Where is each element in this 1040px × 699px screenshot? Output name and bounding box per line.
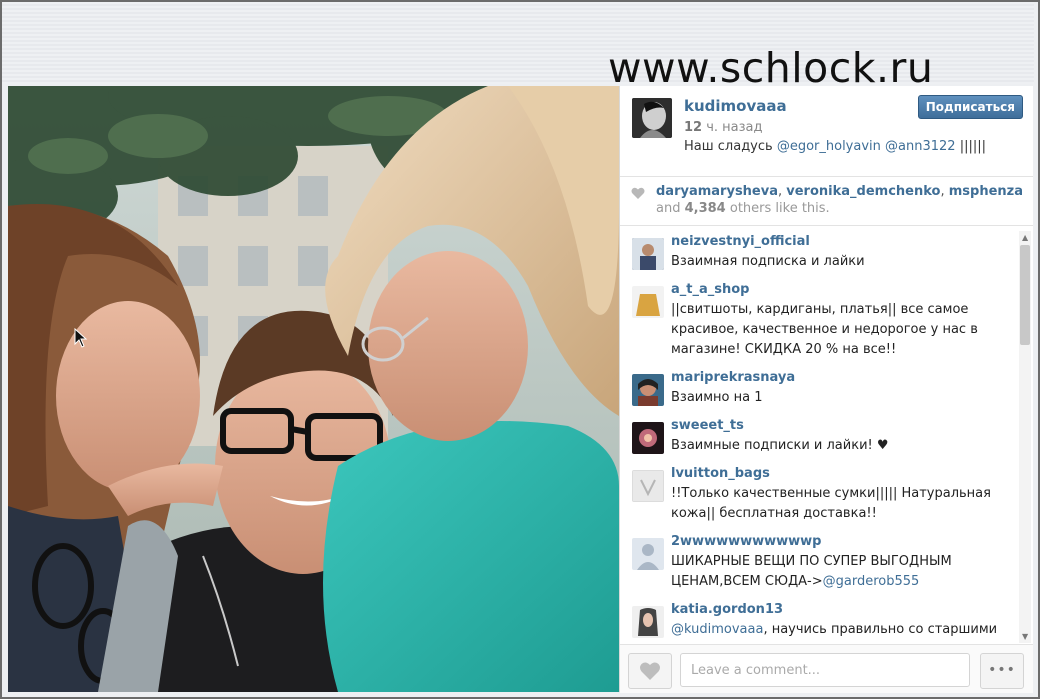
liker-link[interactable]: msphenza	[949, 184, 1023, 199]
commenter-avatar[interactable]	[632, 606, 664, 638]
commenter-avatar-image	[632, 422, 664, 454]
liker-link[interactable]: daryamarysheva	[656, 184, 778, 199]
comments-scrollbar[interactable]: ▲ ▼	[1019, 231, 1031, 643]
author-username[interactable]: kudimovaaa	[684, 97, 787, 115]
commenter-avatar-image	[632, 238, 664, 270]
likers-list: daryamarysheva, veronika_demchenko, msph…	[656, 184, 1023, 199]
author-avatar-image	[632, 98, 672, 138]
heart-icon	[640, 662, 660, 680]
commenter-avatar-image	[632, 470, 664, 502]
post-caption: Наш сладусь @egor_holyavin @ann3122 ||||…	[684, 139, 986, 154]
commenter-avatar[interactable]	[632, 422, 664, 454]
comment-text: @kudimovaaa, научись правильно со старши…	[671, 620, 1011, 640]
commenter-username[interactable]: katia.gordon13	[671, 602, 783, 617]
commenter-avatar[interactable]	[632, 470, 664, 502]
commenter-username[interactable]: lvuitton_bags	[671, 466, 770, 481]
photo-illustration	[8, 86, 619, 692]
likes-and: and	[656, 201, 681, 216]
comment-mention[interactable]: @garderob555	[823, 574, 920, 589]
commenter-username[interactable]: neizvestnyi_official	[671, 234, 810, 249]
commenter-username[interactable]: 2wwwwwwwwwwwp	[671, 534, 821, 549]
likes-count[interactable]: and 4,384 others like this.	[656, 201, 830, 216]
likes-section: daryamarysheva, veronika_demchenko, msph…	[620, 177, 1033, 226]
heart-icon	[631, 187, 645, 199]
scroll-up-arrow-icon[interactable]: ▲	[1022, 233, 1028, 242]
commenter-avatar-image	[632, 286, 664, 318]
author-avatar[interactable]	[632, 98, 672, 138]
caption-tail: ||||||	[955, 139, 986, 154]
likes-suffix: others like this.	[729, 201, 830, 216]
post-header: kudimovaaa 12 ч. назад Наш сладусь @egor…	[620, 86, 1033, 177]
comment-mention[interactable]: @kudimovaaa	[671, 622, 763, 637]
commenter-avatar[interactable]	[632, 538, 664, 570]
comment-text: Взаимные подписки и лайки! ♥	[671, 438, 889, 453]
comment-input[interactable]	[680, 653, 970, 687]
more-options-icon[interactable]: •••	[980, 653, 1024, 689]
post-time: 12 ч. назад	[684, 120, 763, 135]
scroll-down-arrow-icon[interactable]: ▼	[1022, 632, 1028, 641]
commenter-avatar[interactable]	[632, 286, 664, 318]
comments-list[interactable]: neizvestnyi_official Взаимная подписка и…	[620, 226, 1033, 642]
post-sidebar: kudimovaaa 12 ч. назад Наш сладусь @egor…	[619, 86, 1033, 693]
likes-count-number: 4,384	[684, 201, 726, 216]
commenter-username[interactable]: a_t_a_shop	[671, 282, 750, 297]
post-time-unit: ч. назад	[706, 120, 763, 135]
liker-link[interactable]: veronika_demchenko	[786, 184, 940, 199]
follow-button[interactable]: Подписаться	[917, 95, 1023, 119]
like-button[interactable]	[628, 653, 672, 689]
default-avatar-icon	[632, 538, 664, 570]
caption-mention[interactable]: @egor_holyavin	[777, 139, 881, 154]
commenter-avatar[interactable]	[632, 238, 664, 270]
mouse-cursor-icon	[74, 328, 88, 348]
commenter-username[interactable]: sweeet_ts	[671, 418, 744, 433]
comment-text: Взаимно на 1	[671, 390, 763, 405]
watermark: www.schlock.ru	[608, 44, 934, 92]
commenter-avatar-image	[632, 374, 664, 406]
commenter-avatar-image	[632, 606, 664, 638]
comment-text: Взаимная подписка и лайки	[671, 254, 865, 269]
caption-mention[interactable]: @ann3122	[885, 139, 956, 154]
comment-text-body: , научись правильно со старшими	[763, 622, 998, 637]
comment-text: ||свитшоты, кардиганы, платья|| все само…	[671, 302, 978, 357]
commenter-username[interactable]: mariprekrasnaya	[671, 370, 795, 385]
scroll-thumb[interactable]	[1020, 245, 1030, 345]
comment-text: ШИКАРНЫЕ ВЕЩИ ПО СУПЕР ВЫГОДНЫМ ЦЕНАМ,ВС…	[671, 552, 1011, 592]
caption-text: Наш сладусь	[684, 139, 777, 154]
post-photo[interactable]	[8, 86, 619, 692]
comment-text: !!Только качественные сумки||||| Натурал…	[671, 486, 991, 521]
post-time-number: 12	[684, 120, 703, 135]
comment-footer: •••	[620, 644, 1033, 693]
commenter-avatar[interactable]	[632, 374, 664, 406]
